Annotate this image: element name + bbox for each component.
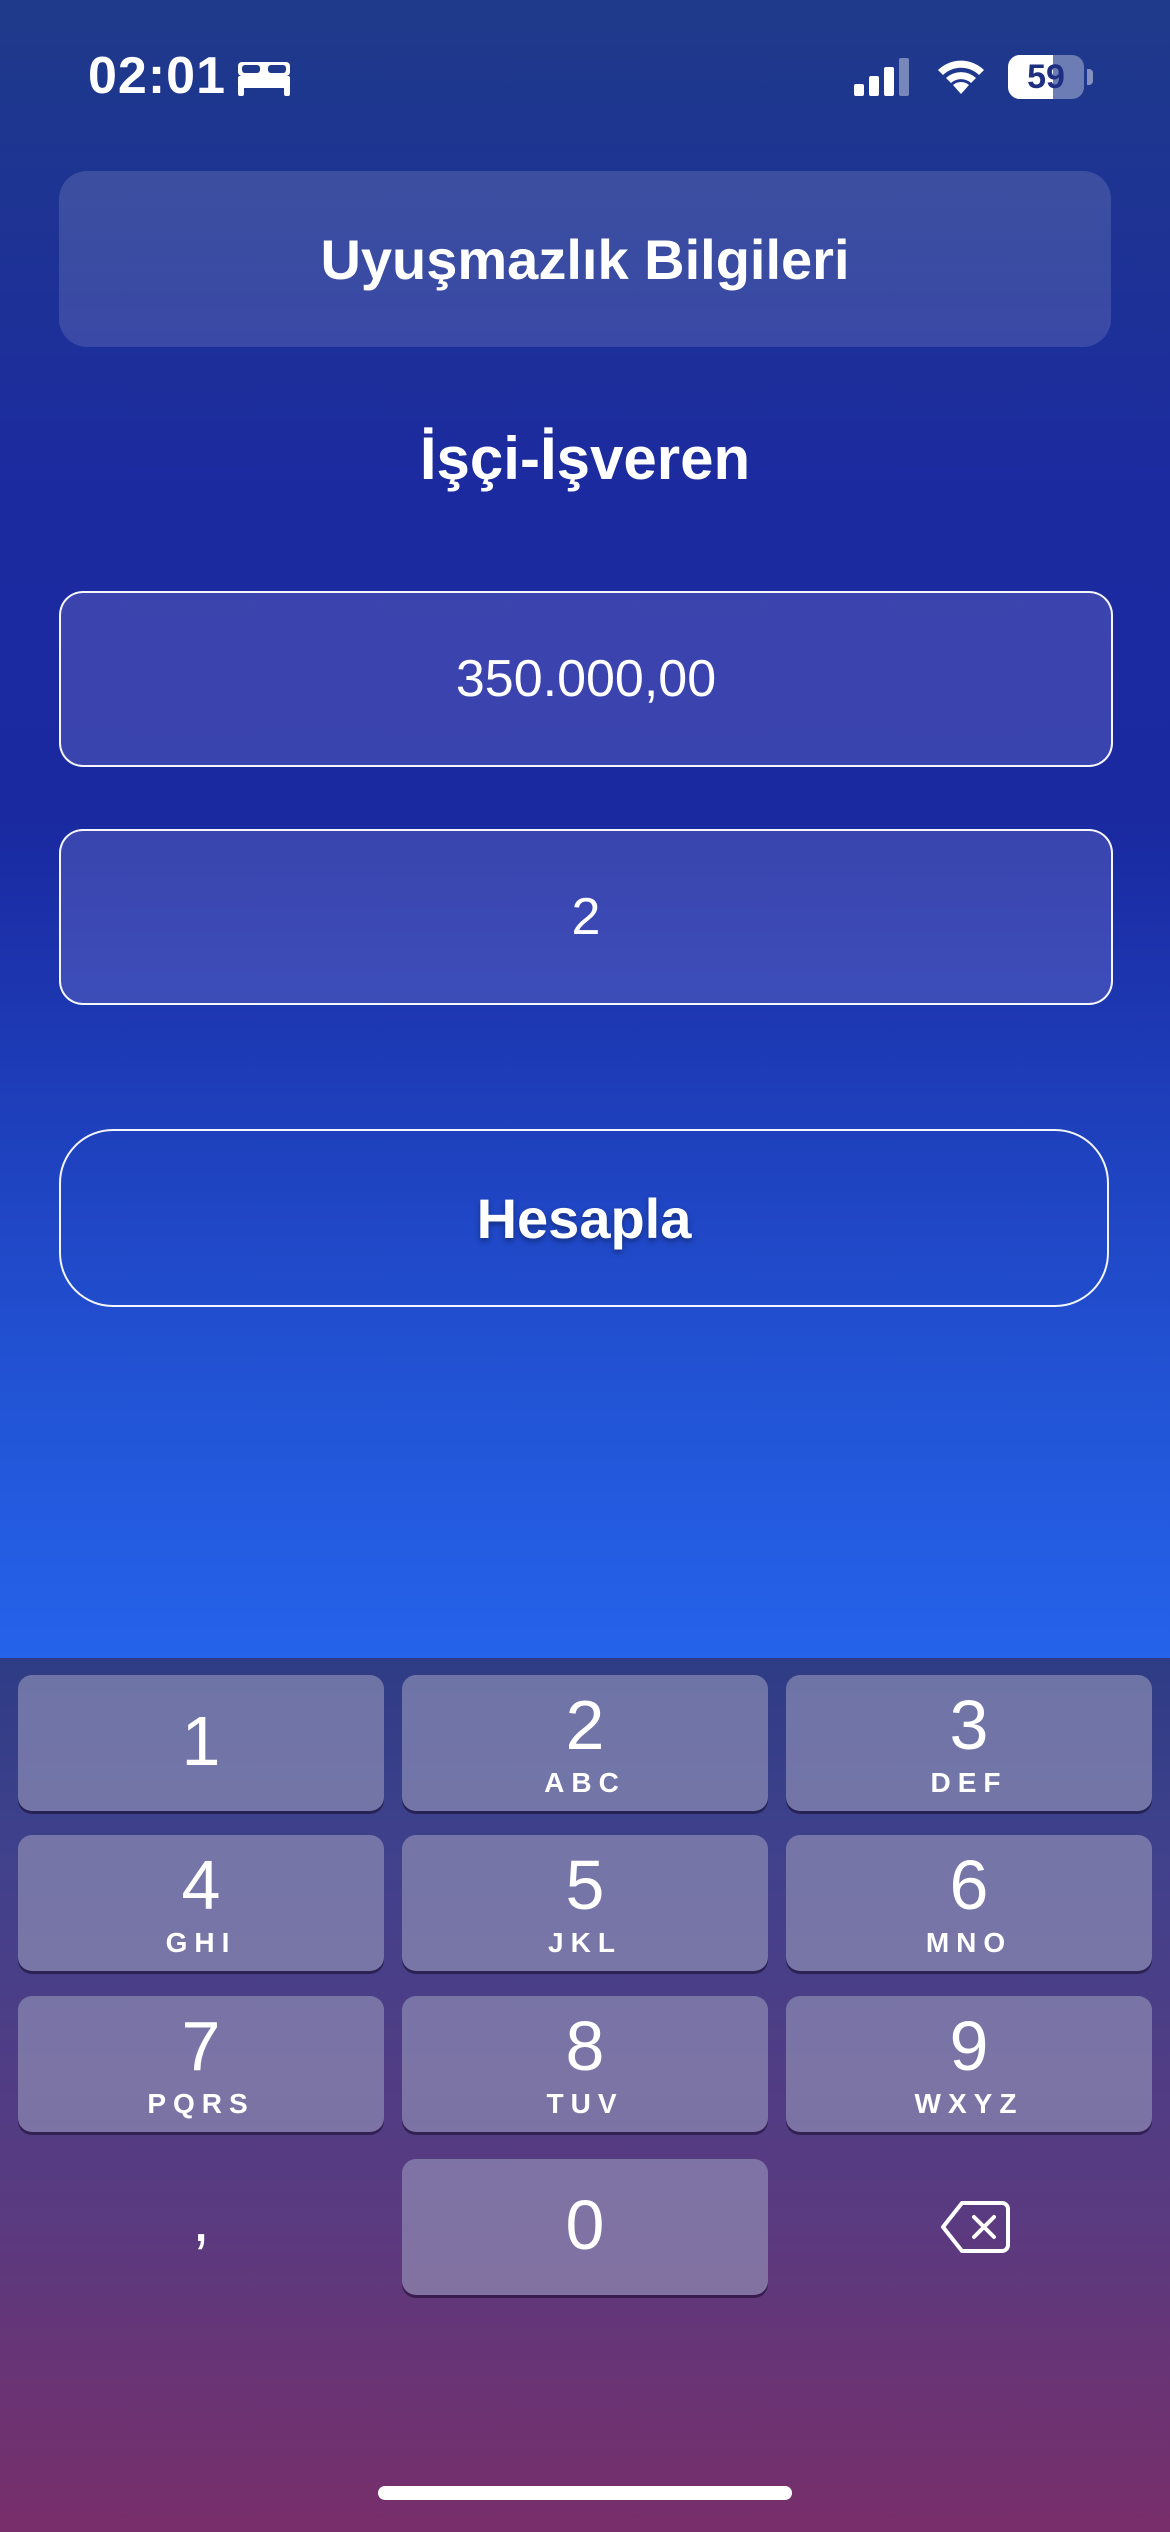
key-digit: 6 [949,1846,989,1924]
key-2[interactable]: 2 ABC [402,1675,768,1811]
key-digit: 5 [565,1846,605,1924]
key-7[interactable]: 7 PQRS [18,1996,384,2132]
key-letters: GHI [165,1927,237,1958]
key-letters: MNO [925,1927,1013,1958]
key-1[interactable]: 1 [18,1675,384,1811]
key-8[interactable]: 8 TUV [402,1996,768,2132]
key-digit: 4 [181,1846,221,1924]
key-letters: JKL [548,1927,622,1958]
section-subtitle: İşçi-İşveren [419,425,751,492]
battery-percentage: 59 [1027,58,1065,96]
key-digit: 8 [565,2007,605,2085]
key-0[interactable]: 0 [402,2159,768,2295]
key-5[interactable]: 5 JKL [402,1835,768,1971]
cellular-signal-icon [854,58,909,96]
battery-icon: 59 [1008,55,1094,99]
delete-key[interactable] [786,2159,1152,2295]
key-digit: 1 [181,1702,221,1780]
numeric-keyboard: 1 2 ABC 3 DEF 4 GHI 5 JKL 6 MNO 7 PQRS 8… [0,1658,1170,2532]
battery-tip [1087,69,1093,85]
amount-input[interactable] [61,593,1111,765]
key-letters: ABC [544,1767,626,1798]
key-3[interactable]: 3 DEF [786,1675,1152,1811]
key-9[interactable]: 9 WXYZ [786,1996,1152,2132]
status-bar: 02:01 59 [0,0,1170,150]
amount-field-container[interactable] [59,591,1113,767]
count-field-container[interactable] [59,829,1113,1005]
key-letters: DEF [930,1767,1008,1798]
key-letters: TUV [546,2088,624,2119]
bed-icon [238,62,290,96]
calculate-button[interactable]: Hesapla [59,1129,1109,1307]
battery-body: 59 [1008,55,1084,99]
key-comma[interactable]: , [18,2159,384,2295]
header-card: Uyuşmazlık Bilgileri [59,171,1111,347]
key-letters: PQRS [147,2088,255,2119]
key-digit: 2 [565,1686,605,1764]
key-letters: WXYZ [914,2088,1024,2119]
key-digit: 9 [949,2007,989,2085]
key-digit: 7 [181,2007,221,2085]
key-digit: 3 [949,1686,989,1764]
wifi-icon [938,60,984,94]
key-digit: 0 [565,2186,605,2264]
page-title: Uyuşmazlık Bilgileri [320,227,850,291]
delete-backspace-icon [941,2201,1010,2253]
status-time: 02:01 [88,47,226,105]
key-4[interactable]: 4 GHI [18,1835,384,1971]
key-6[interactable]: 6 MNO [786,1835,1152,1971]
count-input[interactable] [61,831,1111,1003]
home-indicator [378,2486,792,2500]
